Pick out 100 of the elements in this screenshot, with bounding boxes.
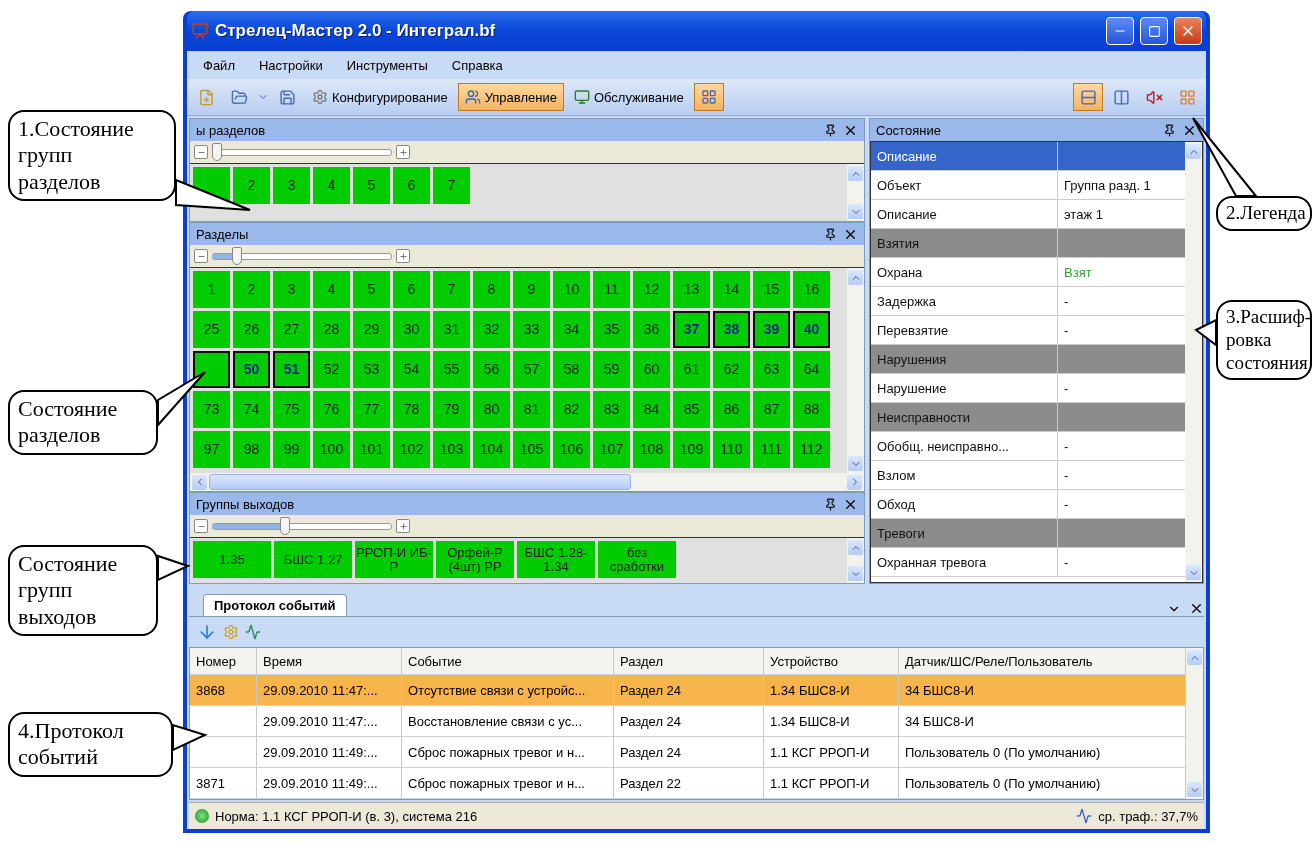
section-tile[interactable]: 2 — [233, 271, 270, 308]
close-icon[interactable] — [1189, 601, 1204, 616]
section-tile[interactable]: 55 — [433, 351, 470, 388]
column-header[interactable]: Раздел — [614, 648, 764, 674]
section-tile[interactable]: 75 — [273, 391, 310, 428]
section-tile[interactable]: 39 — [753, 311, 790, 348]
section-tile[interactable]: 101 — [353, 431, 390, 468]
section-tile[interactable]: 62 — [713, 351, 750, 388]
group-tile[interactable]: 5 — [353, 167, 390, 204]
section-tile[interactable]: 83 — [593, 391, 630, 428]
menu-item[interactable]: Настройки — [248, 55, 333, 75]
column-header[interactable]: Время — [257, 648, 402, 674]
zoom-out-button[interactable] — [194, 519, 208, 533]
section-tile[interactable]: 59 — [593, 351, 630, 388]
category-row[interactable]: Взятия — [871, 229, 1185, 258]
section-tile[interactable]: 76 — [313, 391, 350, 428]
section-tile[interactable]: 9 — [513, 271, 550, 308]
section-tile[interactable]: 87 — [753, 391, 790, 428]
section-tile[interactable]: 14 — [713, 271, 750, 308]
section-tile[interactable]: 99 — [273, 431, 310, 468]
category-row[interactable]: Описание — [871, 142, 1185, 171]
section-tile[interactable]: 30 — [393, 311, 430, 348]
section-tile[interactable]: 52 — [313, 351, 350, 388]
section-tile[interactable]: 3 — [273, 271, 310, 308]
column-header[interactable]: Номер — [190, 648, 257, 674]
section-tile[interactable]: 78 — [393, 391, 430, 428]
section-tile[interactable]: 33 — [513, 311, 550, 348]
event-log-tab[interactable]: Протокол событий — [203, 594, 347, 616]
slider-thumb[interactable] — [232, 247, 243, 265]
section-tile[interactable]: 51 — [273, 351, 310, 388]
section-tile[interactable]: 11 — [593, 271, 630, 308]
gear-icon[interactable] — [223, 624, 239, 640]
section-tile[interactable]: 29 — [353, 311, 390, 348]
section-tile[interactable]: 98 — [233, 431, 270, 468]
section-tile[interactable]: 84 — [633, 391, 670, 428]
horizontal-scrollbar[interactable] — [190, 473, 864, 491]
section-tile[interactable]: 79 — [433, 391, 470, 428]
section-tile[interactable]: 102 — [393, 431, 430, 468]
section-tile[interactable]: 27 — [273, 311, 310, 348]
section-tile[interactable]: 82 — [553, 391, 590, 428]
menu-item[interactable]: Инструменты — [336, 55, 438, 75]
section-tile[interactable]: 85 — [673, 391, 710, 428]
zoom-in-button[interactable] — [396, 145, 410, 159]
output-group-tile[interactable]: без сработки — [598, 541, 676, 578]
zoom-slider[interactable] — [212, 143, 392, 161]
section-tile[interactable]: 40 — [793, 311, 830, 348]
section-tile[interactable]: 74 — [233, 391, 270, 428]
section-tile[interactable]: 38 — [713, 311, 750, 348]
section-tile[interactable]: 25 — [193, 311, 230, 348]
section-tile[interactable]: 110 — [713, 431, 750, 468]
menu-item[interactable]: Справка — [441, 55, 513, 75]
mode-tab[interactable]: Обслуживание — [566, 83, 691, 111]
section-tile[interactable]: 7 — [433, 271, 470, 308]
section-tile[interactable]: 15 — [753, 271, 790, 308]
vertical-scrollbar[interactable] — [847, 268, 864, 473]
event-row[interactable]: 3868 29.09.2010 11:47:... Отсутствие связи с устройс... Раздел 24 1.34 БШС8-И 34 БШС8-И — [190, 675, 1186, 706]
maximize-button[interactable] — [1140, 17, 1168, 45]
section-tile[interactable]: 97 — [193, 431, 230, 468]
section-tile[interactable]: 100 — [313, 431, 350, 468]
section-tile[interactable]: 63 — [753, 351, 790, 388]
group-tile[interactable]: 2 — [233, 167, 270, 204]
menu-item[interactable]: Файл — [193, 55, 245, 75]
section-tile[interactable]: 16 — [793, 271, 830, 308]
section-tile[interactable]: 32 — [473, 311, 510, 348]
section-tile[interactable]: 106 — [553, 431, 590, 468]
section-tile[interactable]: 1 — [193, 271, 230, 308]
section-tile[interactable]: 88 — [793, 391, 830, 428]
zoom-in-button[interactable] — [396, 249, 410, 263]
section-tile[interactable]: 6 — [393, 271, 430, 308]
vertical-scrollbar[interactable] — [847, 164, 864, 221]
section-tile[interactable]: 35 — [593, 311, 630, 348]
category-row[interactable]: Неисправности — [871, 403, 1185, 432]
pin-icon[interactable] — [1163, 123, 1176, 137]
section-tile[interactable]: 57 — [513, 351, 550, 388]
section-tile[interactable]: 104 — [473, 431, 510, 468]
zoom-out-button[interactable] — [194, 249, 208, 263]
section-tile[interactable]: 12 — [633, 271, 670, 308]
section-tile[interactable]: 103 — [433, 431, 470, 468]
group-tile[interactable]: 4 — [313, 167, 350, 204]
section-tile[interactable]: 80 — [473, 391, 510, 428]
section-tile[interactable]: 112 — [793, 431, 830, 468]
slider-thumb[interactable] — [280, 517, 290, 535]
section-tile[interactable]: 34 — [553, 311, 590, 348]
section-tile[interactable]: 13 — [673, 271, 710, 308]
section-tile[interactable]: 109 — [673, 431, 710, 468]
category-row[interactable]: Нарушения — [871, 345, 1185, 374]
close-button[interactable] — [1174, 17, 1202, 45]
group-tile[interactable]: 6 — [393, 167, 430, 204]
slider-thumb[interactable] — [212, 143, 222, 161]
section-tile[interactable]: 26 — [233, 311, 270, 348]
section-tile[interactable]: 36 — [633, 311, 670, 348]
section-tile[interactable]: 31 — [433, 311, 470, 348]
section-tile[interactable]: 37 — [673, 311, 710, 348]
pin-icon[interactable] — [824, 497, 837, 511]
section-tile[interactable]: 86 — [713, 391, 750, 428]
output-group-tile[interactable]: БШС 1.27 — [274, 541, 352, 578]
section-tile[interactable]: 105 — [513, 431, 550, 468]
layout-button[interactable] — [1073, 83, 1103, 111]
vertical-scrollbar[interactable] — [1186, 648, 1203, 799]
section-tile[interactable]: 8 — [473, 271, 510, 308]
